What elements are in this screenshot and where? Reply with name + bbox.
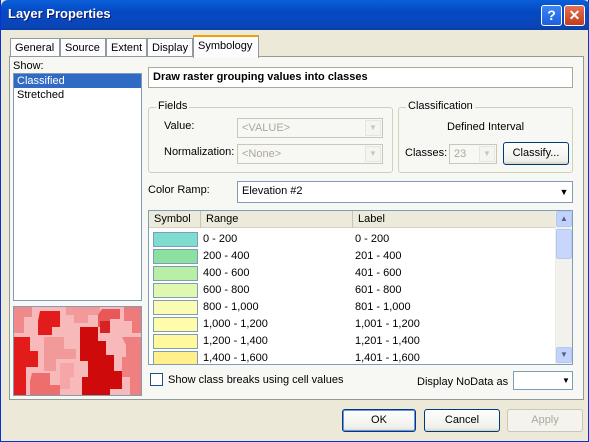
table-row[interactable]: 600 - 800 601 - 800 — [149, 282, 556, 299]
show-label: Show: — [13, 60, 44, 72]
classes-select[interactable]: 23 ▼ — [449, 144, 497, 164]
label-cell[interactable]: 801 - 1,000 — [355, 301, 411, 313]
symbol-swatch[interactable] — [153, 300, 198, 315]
range-cell[interactable]: 0 - 200 — [203, 233, 237, 245]
column-header-symbol[interactable]: Symbol — [149, 211, 201, 228]
label-cell[interactable]: 201 - 400 — [355, 250, 401, 262]
value-select-text: <VALUE> — [242, 122, 291, 134]
symbol-swatch[interactable] — [153, 334, 198, 349]
table-row[interactable]: 200 - 400 201 - 400 — [149, 248, 556, 265]
classes-select-text: 23 — [454, 148, 467, 160]
range-cell[interactable]: 200 - 400 — [203, 250, 249, 262]
tab-extent[interactable]: Extent — [106, 38, 147, 57]
table-scrollbar[interactable]: ▲ ▼ — [555, 211, 572, 364]
tab-symbology[interactable]: Symbology — [193, 35, 259, 58]
layer-properties-dialog: Layer Properties ? ✕ General Source Exte… — [0, 0, 589, 442]
tab-display[interactable]: Display — [147, 38, 193, 57]
normalization-select[interactable]: <None> ▼ — [237, 144, 383, 164]
window-title: Layer Properties — [8, 6, 111, 21]
table-header: Symbol Range Label — [149, 211, 556, 228]
tab-general[interactable]: General — [10, 38, 60, 57]
color-ramp-select-text: Elevation #2 — [242, 185, 303, 197]
symbol-swatch[interactable] — [153, 232, 198, 247]
symbol-swatch[interactable] — [153, 249, 198, 264]
label-cell[interactable]: 1,001 - 1,200 — [355, 318, 420, 330]
chevron-down-icon: ▼ — [365, 146, 381, 162]
table-row[interactable]: 400 - 600 401 - 600 — [149, 265, 556, 282]
label-cell[interactable]: 1,401 - 1,600 — [355, 352, 420, 364]
color-ramp-select[interactable]: Elevation #2 ▼ — [237, 181, 573, 203]
label-cell[interactable]: 401 - 600 — [355, 267, 401, 279]
label-cell[interactable]: 0 - 200 — [355, 233, 389, 245]
close-button[interactable]: ✕ — [564, 5, 585, 26]
class-table[interactable]: Symbol Range Label 0 - 200 0 - 200 200 - 4… — [148, 210, 573, 365]
show-item-classified[interactable]: Classified — [14, 74, 141, 88]
chevron-down-icon: ▼ — [561, 373, 571, 388]
symbol-swatch[interactable] — [153, 283, 198, 298]
chevron-down-icon: ▼ — [365, 120, 381, 136]
scroll-up-icon[interactable]: ▲ — [556, 211, 572, 227]
range-cell[interactable]: 600 - 800 — [203, 284, 249, 296]
symbol-swatch[interactable] — [153, 266, 198, 281]
raster-preview-image — [13, 306, 142, 396]
chevron-down-icon: ▼ — [479, 146, 495, 162]
label-cell[interactable]: 601 - 800 — [355, 284, 401, 296]
classification-group-title: Classification — [406, 100, 475, 112]
class-breaks-checkbox[interactable] — [150, 373, 163, 386]
table-row[interactable]: 1,200 - 1,400 1,201 - 1,400 — [149, 333, 556, 350]
table-row[interactable]: 1,400 - 1,600 1,401 - 1,600 — [149, 350, 556, 364]
range-cell[interactable]: 400 - 600 — [203, 267, 249, 279]
range-cell[interactable]: 1,000 - 1,200 — [203, 318, 268, 330]
color-ramp-label: Color Ramp: — [148, 184, 210, 196]
symbol-swatch[interactable] — [153, 351, 198, 364]
renderer-heading: Draw raster grouping values into classes — [148, 67, 573, 88]
normalization-label: Normalization: — [164, 146, 235, 158]
table-row[interactable]: 1,000 - 1,200 1,001 - 1,200 — [149, 316, 556, 333]
column-header-label[interactable]: Label — [353, 211, 556, 228]
value-select[interactable]: <VALUE> ▼ — [237, 118, 383, 138]
fields-group-title: Fields — [156, 100, 190, 112]
table-row[interactable]: 0 - 200 0 - 200 — [149, 231, 556, 248]
title-bar[interactable]: Layer Properties ? ✕ — [1, 0, 589, 30]
classes-label: Classes: — [405, 147, 448, 159]
label-cell[interactable]: 1,201 - 1,400 — [355, 335, 420, 347]
classification-method: Defined Interval — [447, 121, 525, 133]
cancel-button[interactable]: Cancel — [424, 409, 500, 432]
table-row[interactable]: 800 - 1,000 801 - 1,000 — [149, 299, 556, 316]
symbol-swatch[interactable] — [153, 317, 198, 332]
apply-button[interactable]: Apply — [507, 409, 583, 432]
scroll-down-icon[interactable]: ▼ — [556, 347, 572, 363]
nodata-color-select[interactable]: ▼ — [513, 371, 573, 390]
column-header-range[interactable]: Range — [201, 211, 353, 228]
chevron-down-icon: ▼ — [557, 183, 571, 201]
show-item-stretched[interactable]: Stretched — [14, 88, 141, 102]
ok-button[interactable]: OK — [342, 409, 416, 432]
value-label: Value: — [164, 120, 195, 132]
help-button[interactable]: ? — [541, 5, 562, 26]
tab-source[interactable]: Source — [60, 38, 106, 57]
classify-button[interactable]: Classify... — [503, 142, 569, 165]
range-cell[interactable]: 1,200 - 1,400 — [203, 335, 268, 347]
range-cell[interactable]: 800 - 1,000 — [203, 301, 259, 313]
normalization-select-text: <None> — [242, 148, 282, 160]
class-breaks-label: Show class breaks using cell values — [168, 374, 344, 386]
range-cell[interactable]: 1,400 - 1,600 — [203, 352, 268, 364]
scroll-thumb[interactable] — [556, 229, 572, 259]
show-list[interactable]: Classified Stretched — [13, 73, 142, 301]
nodata-label: Display NoData as — [417, 376, 509, 388]
